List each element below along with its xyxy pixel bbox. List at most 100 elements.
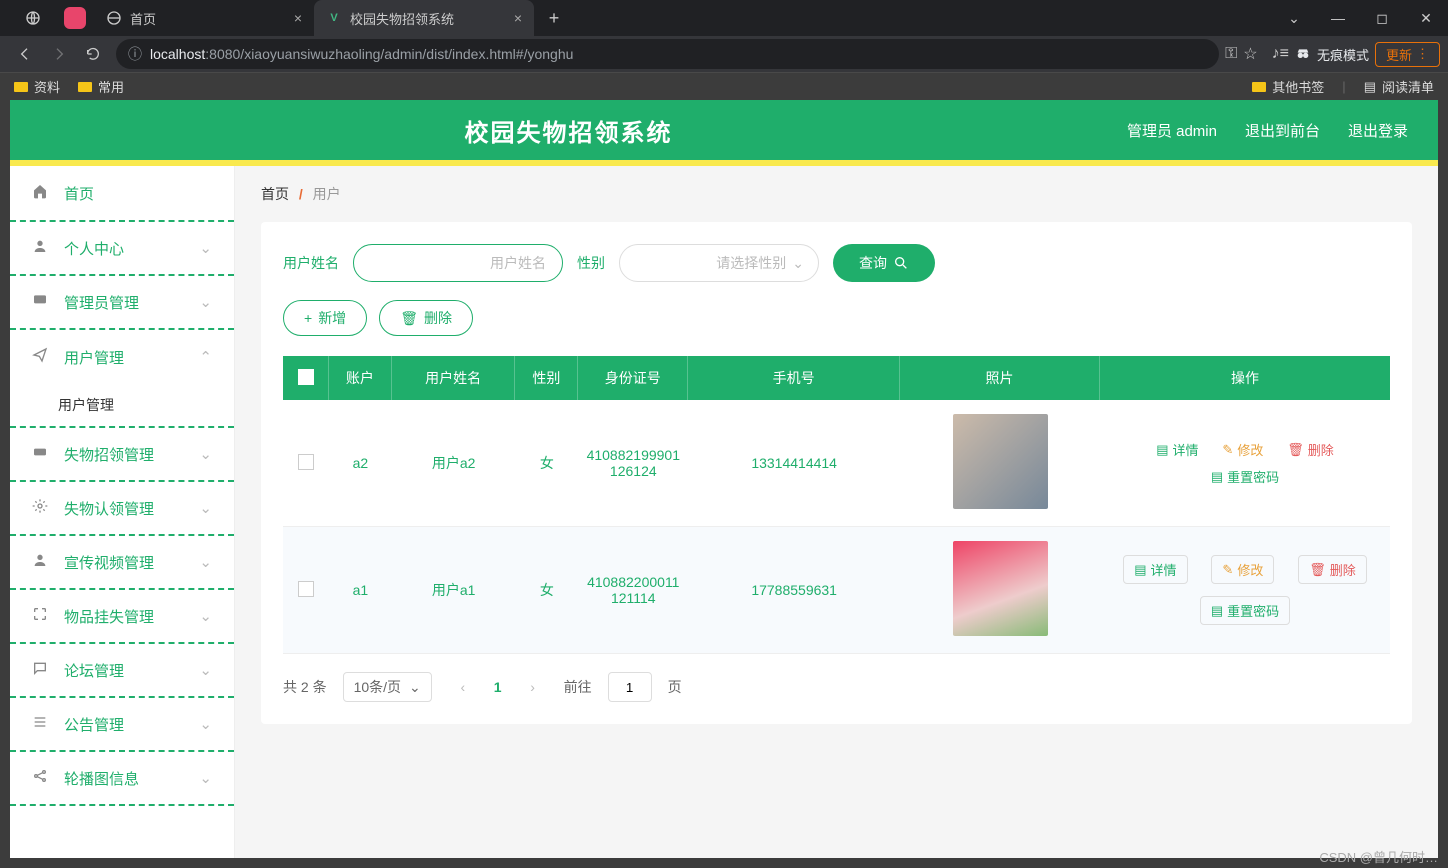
jump-input[interactable] xyxy=(608,672,652,702)
gender-select[interactable]: 请选择性别 ⌄ xyxy=(619,244,819,282)
cell-idcard: 410882199901126124 xyxy=(578,400,688,527)
detail-button[interactable]: ▤ 详情 xyxy=(1123,555,1187,584)
jump-suffix: 页 xyxy=(668,677,682,697)
col-phone: 手机号 xyxy=(688,356,900,400)
user-icon xyxy=(32,238,54,258)
col-ops: 操作 xyxy=(1100,356,1390,400)
incognito-indicator: 无痕模式 xyxy=(1295,45,1369,64)
row-checkbox[interactable] xyxy=(298,581,314,597)
sidebar-item-home[interactable]: 首页 xyxy=(10,166,234,220)
menu-label: 首页 xyxy=(64,183,212,204)
key-icon[interactable]: ⚿ xyxy=(1225,45,1237,63)
admin-badge[interactable]: 管理员 admin xyxy=(1127,120,1217,141)
audio-icon[interactable]: ♪≡ xyxy=(1272,45,1289,63)
next-page-button[interactable]: › xyxy=(518,672,548,702)
row-delete-button[interactable]: 🗑 删除 xyxy=(1287,440,1334,459)
minimize-icon[interactable]: — xyxy=(1316,10,1360,26)
app-icon xyxy=(64,7,86,29)
delete-label: 删除 xyxy=(424,308,452,328)
exit-front-link[interactable]: 退出到前台 xyxy=(1245,120,1320,141)
delete-button[interactable]: 🗑 删除 xyxy=(379,300,473,336)
chat-icon xyxy=(32,292,54,312)
add-button[interactable]: +新增 xyxy=(283,300,367,336)
chevron-up-icon: ⌃ xyxy=(199,348,212,366)
url-bar[interactable]: ⓘ localhost:8080/xiaoyuansiwuzhaoling/ad… xyxy=(116,39,1219,69)
cell-account: a2 xyxy=(329,400,392,527)
sidebar-item-forum[interactable]: 论坛管理 ⌄ xyxy=(10,644,234,698)
sidebar-item-lost[interactable]: 物品挂失管理 ⌄ xyxy=(10,590,234,644)
url-host: localhost xyxy=(150,46,205,62)
sidebar-item-admin[interactable]: 管理员管理 ⌄ xyxy=(10,276,234,330)
sidebar-item-video[interactable]: 宣传视频管理 ⌄ xyxy=(10,536,234,590)
menu-label: 失物认领管理 xyxy=(64,498,199,519)
forward-button[interactable] xyxy=(42,37,76,71)
folder-icon xyxy=(1252,82,1266,92)
bookmark-folder[interactable]: 常用 xyxy=(78,77,124,96)
reset-pwd-button[interactable]: ▤ 重置密码 xyxy=(1211,467,1279,486)
chevron-down-icon[interactable]: ⌄ xyxy=(1272,10,1316,27)
star-icon[interactable]: ☆ xyxy=(1243,44,1257,64)
select-all-checkbox[interactable] xyxy=(298,369,314,385)
table-header-row: 账户 用户姓名 性别 身份证号 手机号 照片 操作 xyxy=(283,356,1390,400)
col-account: 账户 xyxy=(329,356,392,400)
bookmark-folder[interactable]: 资料 xyxy=(14,77,60,96)
new-tab-button[interactable]: + xyxy=(540,4,568,32)
edit-button[interactable]: ✎ 修改 xyxy=(1222,440,1263,459)
user-photo[interactable] xyxy=(953,541,1048,636)
sidebar-item-profile[interactable]: 个人中心 ⌄ xyxy=(10,222,234,276)
sidebar-item-lost-found[interactable]: 失物招领管理 ⌄ xyxy=(10,428,234,482)
menu-label: 个人中心 xyxy=(64,238,199,259)
reset-pwd-button[interactable]: ▤ 重置密码 xyxy=(1200,596,1290,625)
page-size-select[interactable]: 10条/页⌄ xyxy=(343,672,432,702)
logout-link[interactable]: 退出登录 xyxy=(1348,120,1408,141)
row-checkbox[interactable] xyxy=(298,454,314,470)
update-button[interactable]: 更新⋮ xyxy=(1375,42,1440,67)
detail-button[interactable]: ▤ 详情 xyxy=(1156,440,1198,459)
info-icon: ⓘ xyxy=(128,44,142,64)
address-bar-row: ⓘ localhost:8080/xiaoyuansiwuzhaoling/ad… xyxy=(0,36,1448,72)
cell-gender: 女 xyxy=(515,527,578,654)
op-label: 删除 xyxy=(1308,440,1334,459)
pagination: 共 2 条 10条/页⌄ ‹ 1 › 前往 页 xyxy=(283,672,1390,702)
search-button[interactable]: 查询 xyxy=(833,244,935,282)
search-icon xyxy=(893,255,909,271)
sidebar-item-carousel[interactable]: 轮播图信息 ⌄ xyxy=(10,752,234,806)
sidebar-item-users[interactable]: 用户管理 ⌃ xyxy=(10,330,234,384)
sidebar-item-notice[interactable]: 公告管理 ⌄ xyxy=(10,698,234,752)
name-input[interactable] xyxy=(353,244,563,282)
frame-icon xyxy=(32,606,54,626)
send-icon xyxy=(32,347,54,367)
col-idcard: 身份证号 xyxy=(578,356,688,400)
back-button[interactable] xyxy=(8,37,42,71)
cell-account: a1 xyxy=(329,527,392,654)
close-icon[interactable]: × xyxy=(514,10,522,26)
maximize-icon[interactable]: ◻ xyxy=(1360,10,1404,27)
tab-strip: 首页 × V 校园失物招领系统 × + ⌄ — ◻ ✕ xyxy=(0,0,1448,36)
edit-button[interactable]: ✎ 修改 xyxy=(1211,555,1274,584)
trash-icon: 🗑 xyxy=(400,310,418,327)
reload-button[interactable] xyxy=(76,37,110,71)
tab-app[interactable]: V 校园失物招领系统 × xyxy=(314,0,534,36)
prev-page-button[interactable]: ‹ xyxy=(448,672,478,702)
sidebar-subitem-users[interactable]: 用户管理 xyxy=(10,384,234,428)
globe-icon xyxy=(106,10,122,26)
sidebar-item-claim[interactable]: 失物认领管理 ⌄ xyxy=(10,482,234,536)
breadcrumb-current: 用户 xyxy=(313,186,341,202)
user-photo[interactable] xyxy=(953,414,1048,509)
close-window-icon[interactable]: ✕ xyxy=(1404,10,1448,27)
close-icon[interactable]: × xyxy=(294,10,302,26)
current-page[interactable]: 1 xyxy=(494,679,502,695)
page-title: 校园失物招领系统 xyxy=(10,113,1127,148)
other-bookmarks[interactable]: 其他书签 xyxy=(1252,77,1324,96)
window-controls: ⌄ — ◻ ✕ xyxy=(1272,0,1448,36)
row-delete-button[interactable]: 🗑 删除 xyxy=(1298,555,1367,584)
col-photo: 照片 xyxy=(900,356,1100,400)
bm-label: 常用 xyxy=(98,77,124,96)
op-label: 详情 xyxy=(1151,560,1177,579)
reading-list[interactable]: ▤阅读清单 xyxy=(1364,77,1434,96)
bm-label: 阅读清单 xyxy=(1382,77,1434,96)
url-path: :8080/xiaoyuansiwuzhaoling/admin/dist/in… xyxy=(205,46,573,62)
ticket-icon xyxy=(32,444,54,464)
tab-home[interactable]: 首页 × xyxy=(94,0,314,36)
breadcrumb-home[interactable]: 首页 xyxy=(261,186,289,202)
